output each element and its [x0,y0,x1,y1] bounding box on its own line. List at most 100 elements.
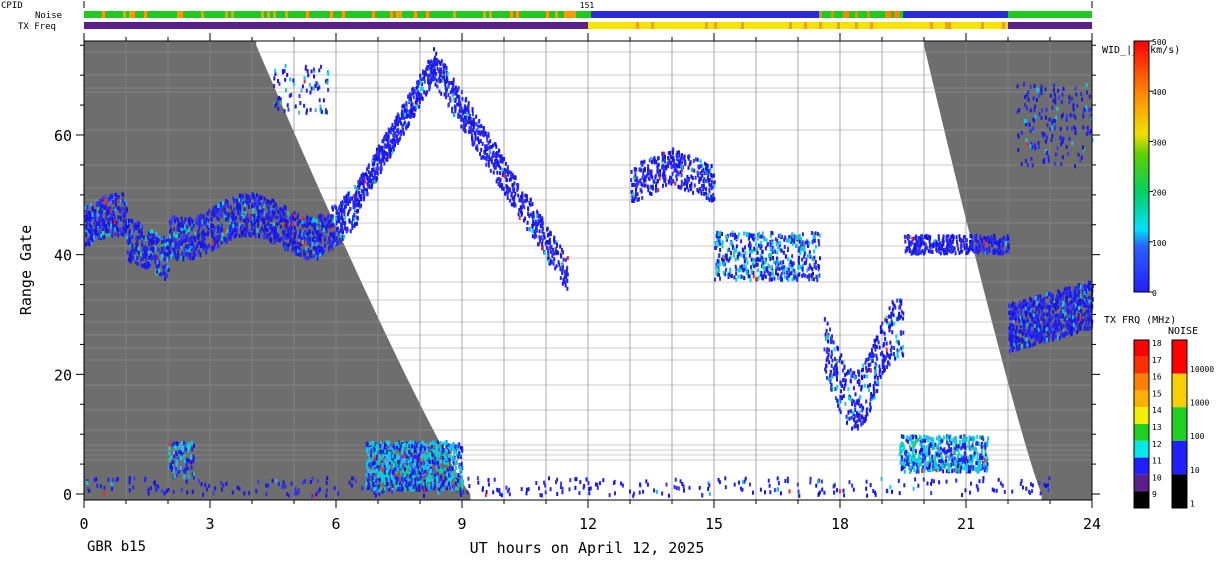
txfreq-cell [405,22,408,29]
echo-point [503,174,506,178]
echo-point [914,247,917,252]
echo-point [94,215,97,220]
noise-cell [570,11,573,18]
echo-point [482,155,485,159]
echo-point [245,226,248,231]
echo-point [330,244,333,248]
echo-point [541,242,544,247]
echo-point [552,261,555,266]
noise-cell [1011,11,1014,18]
echo-point [673,168,676,173]
echo-point [171,215,174,220]
txfreq-cell [1077,22,1080,29]
echo-point [363,172,366,177]
txfreq-cell [567,22,570,29]
noise-cell [921,11,924,18]
echo-point [309,229,312,234]
txfreq-cell [987,22,990,29]
echo-point [424,70,427,75]
echo-point [566,265,569,270]
echo-point [750,265,752,270]
echo-point [452,97,455,102]
echo-point [347,191,350,196]
txfreq-cell [834,22,837,29]
txfreq-cell [885,22,888,29]
txfreq-cell [435,22,438,29]
noise-cell [627,11,630,18]
echo-point [752,274,755,279]
txfreq-cell [492,22,495,29]
echo-point [712,173,715,178]
echo-point [786,271,789,276]
noise-cell [474,11,477,18]
echo-point [787,277,790,282]
echo-point [735,271,738,276]
echo-point [201,223,204,228]
echo-point [734,257,737,262]
echo-point [706,176,709,180]
echo-point [681,164,684,169]
echo-point [266,235,269,240]
txfreq-cell [399,22,402,29]
echo-point [131,235,134,240]
echo-point [798,234,801,239]
echo-point [729,240,732,245]
txfreq-cell [513,22,516,29]
echo-point [1052,310,1055,314]
echo-point [360,195,363,200]
noise-cell [438,11,441,18]
echo-point [670,181,673,186]
echo-point [195,220,198,225]
echo-point [340,228,342,233]
echo-point [671,150,674,155]
echo-point [487,146,490,151]
echo-point [528,213,531,218]
echo-point [142,253,145,258]
txfreq-cell [999,22,1002,29]
noise-cell [804,11,807,18]
noise-cell [771,11,774,18]
echo-point [546,245,549,250]
echo-point [385,152,388,157]
echo-point [492,170,495,175]
echo-point [487,133,490,138]
echo-point [229,232,232,237]
txfreq-cell [345,22,348,29]
echo-point [277,209,279,214]
echo-point [348,218,351,223]
noise-cell [531,11,534,18]
noise-cell [951,11,954,18]
txfreq-cell [456,22,459,29]
echo-point [260,195,263,200]
echo-point [403,112,406,117]
echo-point [772,256,774,260]
echo-point [798,272,801,277]
echo-point [104,195,107,200]
echo-point [227,215,230,220]
echo-point [514,203,517,208]
echo-point [100,233,103,238]
echo-point [798,246,801,251]
echo-point [141,240,144,245]
echo-point [179,223,182,228]
echo-point [787,246,789,251]
echo-point [757,232,760,237]
echo-point [749,277,752,282]
txfreq-cell [330,22,333,29]
echo-point [332,232,335,237]
txfreq-cell [750,22,753,29]
echo-point [192,251,195,256]
echo-point [344,226,347,231]
echo-point [451,93,454,98]
echo-point [674,181,677,186]
echo-point [812,277,815,282]
echo-point [485,157,488,162]
echo-point [418,100,421,105]
noise-cell [408,11,411,18]
echo-point [756,250,759,255]
echo-point [541,245,544,250]
echo-point [255,193,258,198]
txfreq-cell [498,22,501,29]
echo-point [993,233,995,238]
echo-point [818,242,821,247]
